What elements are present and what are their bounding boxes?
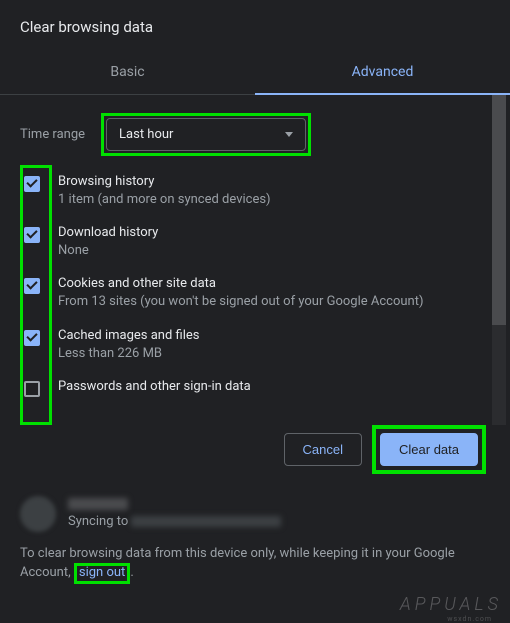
avatar [20,496,56,532]
chevron-down-icon [285,132,293,137]
time-range-select[interactable]: Last hour [106,118,306,151]
time-range-value: Last hour [119,127,173,142]
option-cookies[interactable]: Cookies and other site data From 13 site… [20,276,490,311]
tabs: Basic Advanced [0,50,510,95]
option-title: Download history [58,225,158,240]
cancel-button[interactable]: Cancel [284,433,362,466]
option-title: Passwords and other sign-in data [58,379,251,394]
option-download-history[interactable]: Download history None [20,225,490,260]
syncing-label: Syncing to [68,514,131,529]
highlight-clear-button: Clear data [372,425,486,474]
info-text: To clear browsing data from this device … [20,544,490,598]
option-desc: From 13 sites (you won't be signed out o… [58,293,423,311]
scrollbar-thumb[interactable] [492,95,506,325]
watermark-brand: APPUALS [400,594,502,615]
account-email-redacted [131,516,281,527]
option-title: Browsing history [58,174,271,189]
option-title: Cached images and files [58,328,199,343]
checkbox-download-history[interactable] [24,227,40,243]
options-list: Browsing history 1 item (and more on syn… [20,174,490,397]
time-range-label: Time range [20,127,85,142]
checkbox-cached[interactable] [24,330,40,346]
checkbox-passwords[interactable] [24,381,40,397]
account-name-redacted [68,498,128,510]
checkbox-cookies[interactable] [24,278,40,294]
clear-data-button[interactable]: Clear data [380,433,478,466]
option-desc: Less than 226 MB [58,345,199,363]
option-title: Cookies and other site data [58,276,423,291]
tab-advanced[interactable]: Advanced [255,50,510,94]
highlight-sign-out: sign out [74,563,130,583]
option-cached[interactable]: Cached images and files Less than 226 MB [20,328,490,363]
highlight-time-range: Last hour [101,113,311,156]
dialog-title: Clear browsing data [20,18,490,36]
option-passwords[interactable]: Passwords and other sign-in data [20,379,490,397]
option-desc: None [58,242,158,260]
tab-basic[interactable]: Basic [0,50,255,94]
watermark-site: wsxdn.com [447,615,492,623]
option-browsing-history[interactable]: Browsing history 1 item (and more on syn… [20,174,490,209]
sign-out-link[interactable]: sign out [79,565,125,580]
option-desc: 1 item (and more on synced devices) [58,191,271,209]
account-row: Syncing to [20,488,490,544]
checkbox-browsing-history[interactable] [24,176,40,192]
